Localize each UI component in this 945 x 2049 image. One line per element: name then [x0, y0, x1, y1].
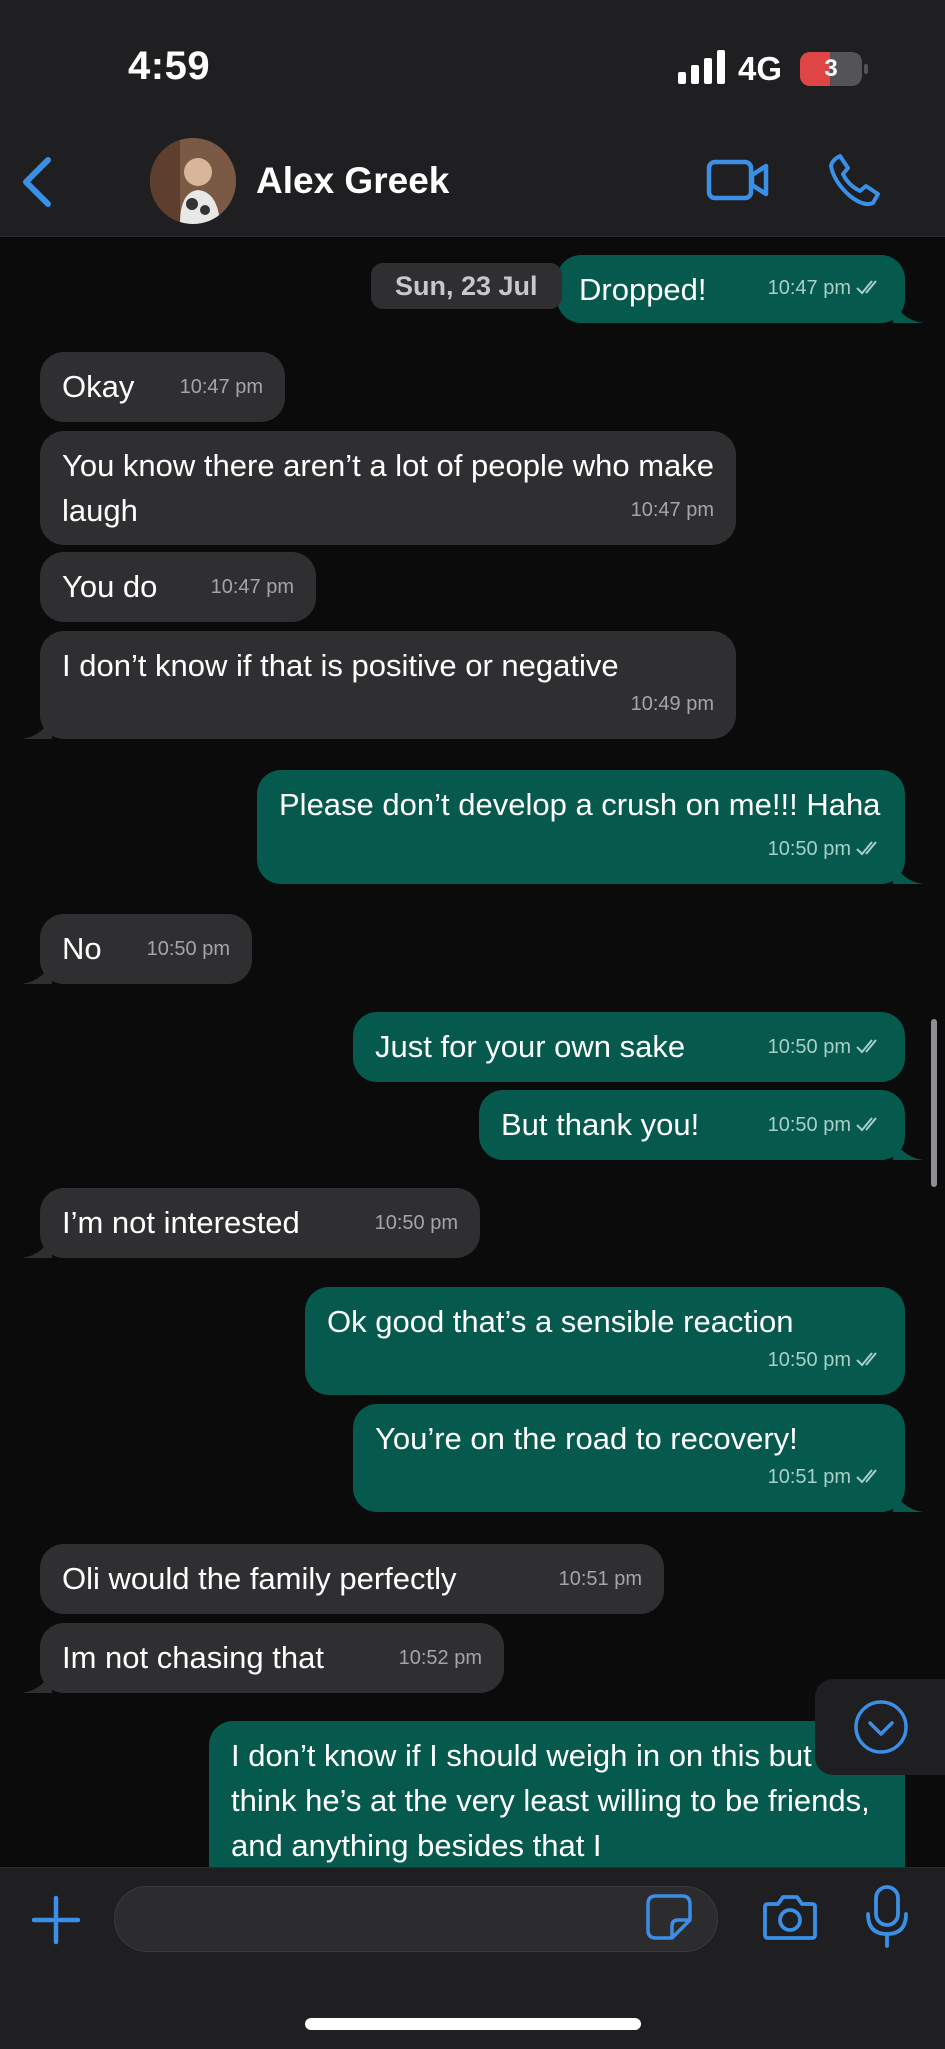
camera-icon[interactable] [762, 1890, 818, 1944]
message-time: 10:47 pm [630, 499, 714, 521]
message-incoming[interactable]: Oli would the family perfectly 10:51 pm [40, 1544, 664, 1614]
message-text: Oli would the family perfectly [62, 1561, 457, 1596]
message-composer [0, 1867, 945, 2049]
message-outgoing[interactable]: I don’t know if I should weigh in on thi… [209, 1721, 905, 1867]
message-time: 10:51 pm [767, 1466, 851, 1488]
read-receipt-icon [856, 1039, 877, 1054]
bubble-tail [893, 1134, 923, 1160]
message-time: 10:47 pm [767, 277, 851, 299]
read-receipt-icon [856, 1469, 877, 1484]
message-text: Please don’t develop a crush on me!!! Ha… [279, 787, 881, 822]
message-time: 10:47 pm [179, 376, 263, 398]
signal-icon [678, 50, 725, 84]
message-text: I don’t know if that is positive or nega… [62, 648, 619, 683]
video-call-icon[interactable] [706, 156, 770, 204]
message-incoming[interactable]: I’m not interested 10:50 pm [22, 1188, 480, 1258]
message-list[interactable]: Dropped! 10:47 pm Sun, 23 Jul Okay 10:47… [0, 237, 945, 1867]
bubble-tail [22, 1667, 52, 1693]
message-outgoing[interactable]: Please don’t develop a crush on me!!! Ha… [257, 770, 923, 884]
message-time: 10:47 pm [210, 576, 294, 598]
message-incoming[interactable]: You know there aren’t a lot of people wh… [40, 431, 736, 545]
message-outgoing[interactable]: Dropped! 10:47 pm [557, 255, 923, 323]
message-outgoing[interactable]: Ok good that’s a sensible reaction 10:50… [305, 1287, 905, 1395]
message-incoming[interactable]: No 10:50 pm [22, 914, 252, 984]
clock: 4:59 [128, 44, 211, 88]
message-incoming[interactable]: I don’t know if that is positive or nega… [22, 631, 736, 739]
message-time: 10:50 pm [767, 1114, 851, 1136]
read-receipt-icon [856, 1352, 877, 1367]
battery-icon: 3 [800, 52, 868, 86]
avatar[interactable] [150, 138, 236, 224]
message-text: You know there aren’t a lot of people wh… [62, 448, 714, 528]
message-time: 10:50 pm [767, 838, 851, 860]
read-receipt-icon [856, 280, 877, 295]
contact-name[interactable]: Alex Greek [256, 160, 449, 202]
back-chevron-icon[interactable] [18, 154, 58, 210]
message-time: 10:50 pm [767, 1349, 851, 1371]
message-time: 10:52 pm [398, 1647, 482, 1669]
home-indicator[interactable] [305, 2018, 641, 2030]
bubble-tail [893, 858, 923, 884]
bubble-tail [22, 1232, 52, 1258]
bubble-tail [22, 713, 52, 739]
message-text: Ok good that’s a sensible reaction [327, 1304, 794, 1339]
network-type: 4G [738, 50, 783, 87]
message-outgoing[interactable]: Just for your own sake 10:50 pm [353, 1012, 905, 1082]
message-text: You’re on the road to recovery! [375, 1421, 798, 1456]
microphone-icon[interactable] [864, 1884, 910, 1950]
status-bar: 4:59 4G 3 [0, 0, 945, 130]
phone-call-icon[interactable] [826, 152, 882, 208]
message-incoming[interactable]: Okay 10:47 pm [40, 352, 285, 422]
message-time: 10:49 pm [630, 693, 714, 715]
scroll-to-bottom-button[interactable] [815, 1679, 945, 1775]
message-time: 10:51 pm [558, 1568, 642, 1590]
bubble-tail [22, 958, 52, 984]
message-incoming[interactable]: You do 10:47 pm [40, 552, 316, 622]
battery-level: 3 [824, 55, 838, 82]
message-time: 10:50 pm [767, 1036, 851, 1058]
chevron-down-circle-icon [854, 1700, 908, 1754]
chat-header: Alex Greek [0, 130, 945, 237]
scroll-indicator[interactable] [931, 1019, 937, 1187]
sticker-icon[interactable] [644, 1892, 694, 1942]
read-receipt-icon [856, 1117, 877, 1132]
message-text: I don’t know if I should weigh in on thi… [231, 1738, 870, 1863]
date-divider: Sun, 23 Jul [371, 263, 562, 309]
read-receipt-icon [856, 841, 877, 856]
plus-icon[interactable] [30, 1894, 82, 1946]
bubble-tail [893, 297, 923, 323]
message-input[interactable] [114, 1886, 718, 1952]
message-outgoing[interactable]: You’re on the road to recovery! 10:51 pm [353, 1404, 923, 1512]
bubble-tail [893, 1486, 923, 1512]
message-time: 10:50 pm [374, 1212, 458, 1234]
message-outgoing[interactable]: But thank you! 10:50 pm [479, 1090, 923, 1160]
message-incoming[interactable]: Im not chasing that 10:52 pm [22, 1623, 504, 1693]
message-time: 10:50 pm [146, 938, 230, 960]
